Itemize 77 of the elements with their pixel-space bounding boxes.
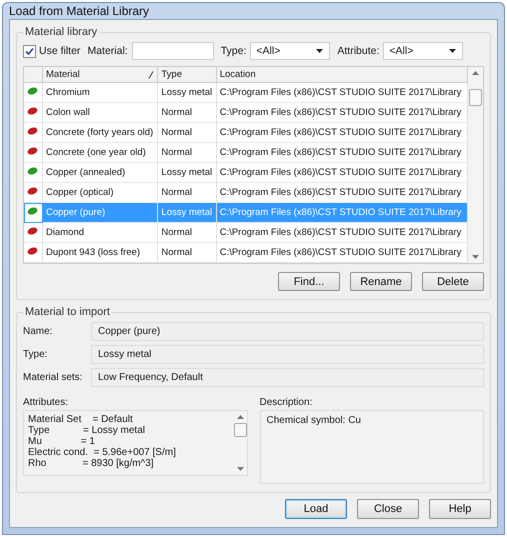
table-cell: Lossy metal: [158, 202, 216, 222]
column-header[interactable]: Location: [216, 67, 468, 82]
field-label: Material sets:: [23, 372, 84, 383]
description-box[interactable]: Chemical symbol: Cu: [260, 410, 484, 484]
attribute-line: Mu = 1: [28, 436, 96, 447]
scroll-down-icon[interactable]: [236, 467, 244, 471]
group-title: Material to import: [24, 306, 111, 318]
readonly-field: Lossy metal: [91, 345, 484, 364]
column-header[interactable]: Type: [158, 67, 216, 82]
table-cell: C:\Program Files (x86)\CST STUDIO SUITE 2017\Library: [216, 162, 468, 182]
readonly-field: Copper (pure): [91, 322, 484, 341]
attribute-line: Rho = 8930 [kg/m^3]: [28, 458, 155, 469]
dialog-button[interactable]: Close: [357, 499, 419, 519]
attribute-dropdown[interactable]: <All>: [383, 42, 464, 60]
attributes-label: Attributes:: [23, 397, 70, 408]
window-title: Load from Material Library: [9, 4, 150, 18]
field-label: Type:: [23, 349, 48, 360]
use-filter-checkbox[interactable]: [23, 44, 36, 58]
group-title: Material library: [24, 26, 98, 38]
readonly-field: Low Frequency, Default: [91, 368, 484, 387]
type-label: Type:: [220, 45, 246, 57]
scroll-up-icon[interactable]: [236, 415, 244, 419]
table-cell: Normal: [158, 102, 216, 122]
table-cell: Normal: [158, 242, 216, 262]
material-field[interactable]: [132, 42, 214, 60]
column-header[interactable]: Material: [42, 67, 158, 82]
attribute-label: Attribute:: [337, 45, 380, 57]
dialog-button[interactable]: Load: [285, 499, 347, 519]
table-cell: Normal: [158, 122, 216, 142]
table-row[interactable]: Copper (annealed) Lossy metal C:\Program Files (x86)\CST STUDIO SUITE 2017\Library: [24, 162, 468, 182]
type-dropdown[interactable]: <All>: [250, 42, 330, 60]
table-cell: Normal: [158, 222, 216, 242]
table-cell: Lossy metal: [158, 162, 216, 182]
table-cell: C:\Program Files (x86)\CST STUDIO SUITE 2017\Library: [216, 82, 468, 102]
table-cell: C:\Program Files (x86)\CST STUDIO SUITE 2017\Library: [216, 142, 468, 162]
library-button[interactable]: Rename: [350, 272, 412, 291]
table-cell: Colon wall: [42, 102, 158, 122]
table-cell: Dupont 943 (loss free): [42, 242, 158, 262]
attribute-line: Electric cond. = 5.96e+007 [S/m]: [28, 447, 177, 458]
material-label: Material:: [87, 45, 128, 57]
table-cell: C:\Program Files (x86)\CST STUDIO SUITE 2017\Library: [216, 222, 468, 242]
scroll-up-icon[interactable]: [472, 71, 479, 75]
table-cell: Chromium: [42, 82, 158, 102]
table-cell: Copper (annealed): [42, 162, 158, 182]
use-filter-label: Use filter: [39, 45, 80, 57]
description-label: Description:: [260, 397, 314, 408]
table-cell: C:\Program Files (x86)\CST STUDIO SUITE 2017\Library: [216, 242, 468, 262]
sort-icon: [148, 70, 154, 78]
attributes-box[interactable]: Material Set = Default Type = Lossy metal Mu = 1 Electric cond. = 5.96e+007 [S/m] Rho = 8930 [kg/m^3]: [23, 410, 248, 476]
attribute-line: Material Set = Default: [28, 414, 134, 425]
table-row[interactable]: Concrete (one year old) Normal C:\Program Files (x86)\CST STUDIO SUITE 2017\Library: [24, 142, 468, 162]
attribute-line: Type = Lossy metal: [28, 425, 146, 436]
table-cell: C:\Program Files (x86)\CST STUDIO SUITE 2017\Library: [216, 102, 468, 122]
table-row[interactable]: Colon wall Normal C:\Program Files (x86)\CST STUDIO SUITE 2017\Library: [24, 102, 468, 122]
table-row[interactable]: Chromium Lossy metal C:\Program Files (x86)\CST STUDIO SUITE 2017\Library: [24, 82, 468, 102]
scroll-thumb[interactable]: [469, 89, 482, 106]
table-row[interactable]: Diamond Normal C:\Program Files (x86)\CST STUDIO SUITE 2017\Library: [24, 222, 468, 242]
table-cell: Diamond: [42, 222, 158, 242]
dropdown-arrow-icon: [449, 49, 456, 53]
table-cell: Lossy metal: [158, 82, 216, 102]
library-button[interactable]: Find...: [278, 272, 340, 291]
scroll-down-icon[interactable]: [472, 255, 479, 259]
field-label: Name:: [23, 326, 54, 337]
table-cell: Concrete (forty years old): [42, 122, 158, 142]
dropdown-arrow-icon: [316, 49, 324, 53]
table-row[interactable]: Dupont 943 (loss free) Normal C:\Program Files (x86)\CST STUDIO SUITE 2017\Library: [24, 242, 468, 262]
dialog-button[interactable]: Help: [429, 499, 491, 519]
table-cell: Concrete (one year old): [42, 142, 158, 162]
table-cell: C:\Program Files (x86)\CST STUDIO SUITE 2017\Library: [216, 202, 468, 222]
table-cell: C:\Program Files (x86)\CST STUDIO SUITE 2017\Library: [216, 122, 468, 142]
library-button[interactable]: Delete: [422, 272, 484, 291]
scrollbar[interactable]: [468, 67, 483, 263]
description-text: Chemical symbol: Cu: [266, 415, 361, 426]
table-row[interactable]: Concrete (forty years old) Normal C:\Program Files (x86)\CST STUDIO SUITE 2017\Library: [24, 122, 468, 142]
table-cell: Normal: [158, 142, 216, 162]
scroll-thumb[interactable]: [234, 423, 246, 437]
table-cell: Copper (pure): [42, 202, 158, 222]
